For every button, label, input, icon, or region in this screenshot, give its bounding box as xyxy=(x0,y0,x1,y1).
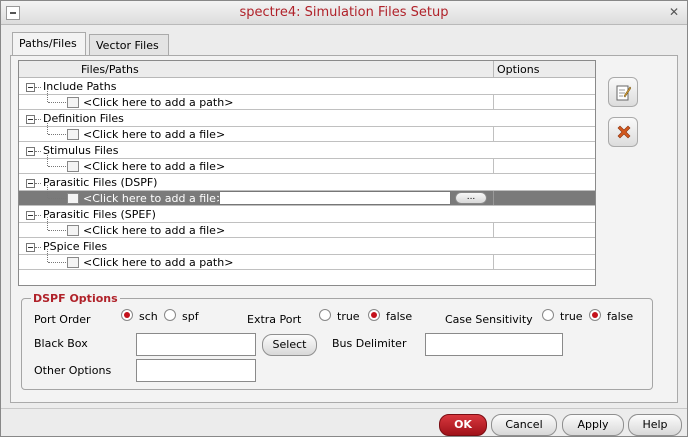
collapse-icon[interactable] xyxy=(26,179,35,188)
ok-button[interactable]: OK xyxy=(439,414,487,436)
group-label: Definition Files xyxy=(43,112,124,125)
radio-label-false[interactable]: false xyxy=(607,310,633,323)
radio-label-true[interactable]: true xyxy=(560,310,583,323)
row-checkbox[interactable] xyxy=(67,97,79,108)
title-bar: spectre4: Simulation Files Setup ✕ xyxy=(1,1,687,25)
group-label: Parasitic Files (DSPF) xyxy=(43,176,158,189)
x-icon xyxy=(617,125,631,139)
edit-icon xyxy=(616,85,631,101)
cancel-button[interactable]: Cancel xyxy=(491,414,557,436)
group-label: Parasitic Files (SPEF) xyxy=(43,208,156,221)
add-file-placeholder[interactable]: <Click here to add a file> xyxy=(83,160,225,173)
close-icon[interactable]: ✕ xyxy=(667,5,681,20)
table-row[interactable]: <Click here to add a file> xyxy=(19,217,595,238)
dialog-window: spectre4: Simulation Files Setup ✕ Paths… xyxy=(0,0,688,437)
radio-label-sch[interactable]: sch xyxy=(139,310,158,323)
port-order-label: Port Order xyxy=(34,313,91,326)
add-file-placeholder[interactable]: <Click here to add a file> xyxy=(83,128,225,141)
black-box-label: Black Box xyxy=(34,337,88,350)
column-header-files-paths[interactable]: Files/Paths xyxy=(81,63,139,76)
collapse-icon[interactable] xyxy=(26,147,35,156)
path-edit-field[interactable] xyxy=(219,191,451,205)
tree-group-parasitic-spef[interactable]: Parasitic Files (SPEF) xyxy=(19,207,595,223)
options-cell[interactable] xyxy=(493,159,594,173)
row-checkbox[interactable] xyxy=(67,257,79,268)
options-cell[interactable] xyxy=(493,95,594,109)
table-row[interactable]: <Click here to add a file> xyxy=(19,153,595,174)
row-checkbox[interactable] xyxy=(67,161,79,172)
delete-button[interactable] xyxy=(608,117,638,147)
radio-label-true[interactable]: true xyxy=(337,310,360,323)
tab-paths-files[interactable]: Paths/Files xyxy=(12,32,86,56)
radio-case-true[interactable] xyxy=(542,309,554,321)
edit-button[interactable] xyxy=(608,77,638,107)
group-label: Stimulus Files xyxy=(43,144,119,157)
case-sensitivity-label: Case Sensitivity xyxy=(445,313,533,326)
other-options-input[interactable] xyxy=(136,359,256,382)
add-file-placeholder[interactable]: <Click here to add a file> xyxy=(83,224,225,237)
select-button[interactable]: Select xyxy=(262,334,317,356)
radio-port-order-sch[interactable] xyxy=(121,309,133,321)
other-options-label: Other Options xyxy=(34,364,112,377)
add-file-placeholder[interactable]: <Click here to add a file> xyxy=(83,192,225,205)
collapse-icon[interactable] xyxy=(26,243,35,252)
radio-label-false[interactable]: false xyxy=(386,310,412,323)
options-cell[interactable] xyxy=(493,127,594,141)
table-row[interactable]: <Click here to add a path> xyxy=(19,249,595,270)
radio-label-spf[interactable]: spf xyxy=(182,310,199,323)
radio-extra-port-false[interactable] xyxy=(368,309,380,321)
group-label: Include Paths xyxy=(43,80,117,93)
tree-group-parasitic-dspf[interactable]: Parasitic Files (DSPF) xyxy=(19,175,595,191)
tab-vector-files[interactable]: Vector Files xyxy=(89,34,169,56)
collapse-icon[interactable] xyxy=(26,83,35,92)
tree-group-definition-files[interactable]: Definition Files xyxy=(19,111,595,127)
row-checkbox[interactable] xyxy=(67,129,79,140)
options-cell[interactable] xyxy=(493,191,594,205)
column-header-options[interactable]: Options xyxy=(497,63,539,76)
window-title: spectre4: Simulation Files Setup xyxy=(239,5,449,20)
browse-button[interactable]: ... xyxy=(455,192,487,204)
table-row[interactable]: <Click here to add a path> xyxy=(19,89,595,110)
radio-extra-port-true[interactable] xyxy=(319,309,331,321)
dspf-options-title: DSPF Options xyxy=(31,292,120,305)
collapse-icon[interactable] xyxy=(26,211,35,220)
tree-group-pspice-files[interactable]: PSpice Files xyxy=(19,239,595,255)
table-row[interactable]: <Click here to add a file> xyxy=(19,121,595,142)
help-button[interactable]: Help xyxy=(628,414,682,436)
add-path-placeholder[interactable]: <Click here to add a path> xyxy=(83,256,233,269)
tree-group-include-paths[interactable]: Include Paths xyxy=(19,79,595,95)
bus-delimiter-input[interactable] xyxy=(425,333,563,356)
radio-case-false[interactable] xyxy=(589,309,601,321)
group-label: PSpice Files xyxy=(43,240,108,253)
bus-delimiter-label: Bus Delimiter xyxy=(332,337,407,350)
options-cell[interactable] xyxy=(493,255,594,269)
table-header: Files/Paths Options xyxy=(19,61,595,78)
apply-button[interactable]: Apply xyxy=(562,414,624,436)
row-checkbox[interactable] xyxy=(67,193,79,204)
table-row-selected[interactable]: <Click here to add a file> ... xyxy=(19,185,595,206)
black-box-input[interactable] xyxy=(136,333,256,356)
tree-group-stimulus-files[interactable]: Stimulus Files xyxy=(19,143,595,159)
options-cell[interactable] xyxy=(493,223,594,237)
radio-port-order-spf[interactable] xyxy=(164,309,176,321)
add-path-placeholder[interactable]: <Click here to add a path> xyxy=(83,96,233,109)
extra-port-label: Extra Port xyxy=(247,313,302,326)
row-checkbox[interactable] xyxy=(67,225,79,236)
collapse-icon[interactable] xyxy=(26,115,35,124)
files-paths-table: Files/Paths Options Include Paths <Click… xyxy=(18,60,596,286)
